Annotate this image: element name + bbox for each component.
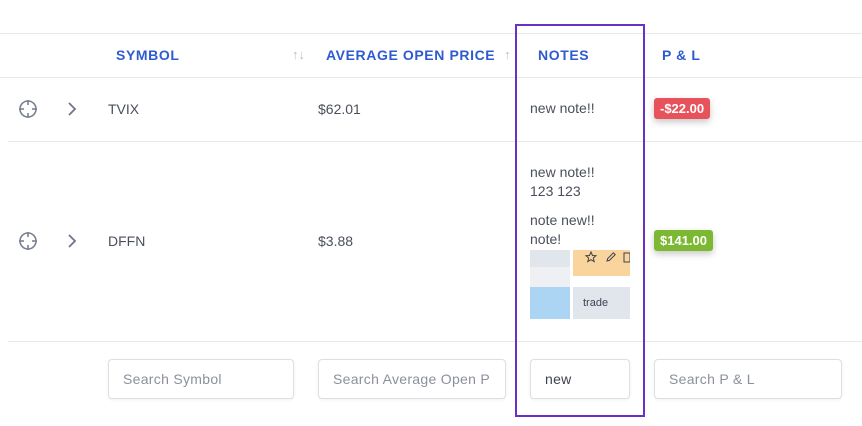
pnl-badge: $141.00: [654, 230, 713, 251]
search-pnl-input[interactable]: [654, 359, 842, 399]
row-divider: [8, 141, 862, 142]
pencil-icon: [605, 250, 617, 268]
header-bottom-divider: [0, 77, 862, 78]
chevron-right-icon[interactable]: [66, 101, 78, 117]
symbol-cell: TVIX: [108, 101, 140, 117]
note-text: note new!!: [530, 212, 595, 228]
avg-open-price-cell: $3.88: [318, 233, 354, 249]
note-image-label: trade: [583, 297, 609, 309]
note-text: new note!!: [530, 164, 595, 180]
symbol-cell: DFFN: [108, 233, 146, 249]
chevron-right-icon[interactable]: [66, 233, 78, 249]
avg-open-price-cell: $62.01: [318, 101, 361, 117]
star-icon: [584, 250, 598, 268]
column-header-average-open-price[interactable]: AVERAGE OPEN PRICE: [326, 47, 495, 63]
crosshair-icon[interactable]: [18, 231, 38, 251]
note-image[interactable]: trade: [530, 250, 630, 319]
column-header-pnl[interactable]: P & L: [662, 47, 701, 63]
row-divider: [8, 341, 862, 342]
header-top-divider: [0, 33, 862, 34]
note-text: note!: [530, 231, 562, 247]
pnl-badge: -$22.00: [654, 98, 711, 119]
search-symbol-input[interactable]: [108, 359, 294, 399]
sort-icon[interactable]: ↑: [504, 47, 511, 62]
search-average-open-price-input[interactable]: [318, 359, 506, 399]
note-text: new note!!: [530, 100, 595, 116]
crosshair-icon[interactable]: [18, 99, 38, 119]
note-text: 123 123: [530, 183, 581, 199]
column-header-notes[interactable]: NOTES: [538, 47, 589, 63]
search-notes-input[interactable]: [530, 359, 630, 399]
trash-icon: [623, 250, 630, 268]
sort-icon[interactable]: ↑↓: [292, 47, 305, 62]
column-header-symbol[interactable]: SYMBOL: [116, 47, 180, 63]
